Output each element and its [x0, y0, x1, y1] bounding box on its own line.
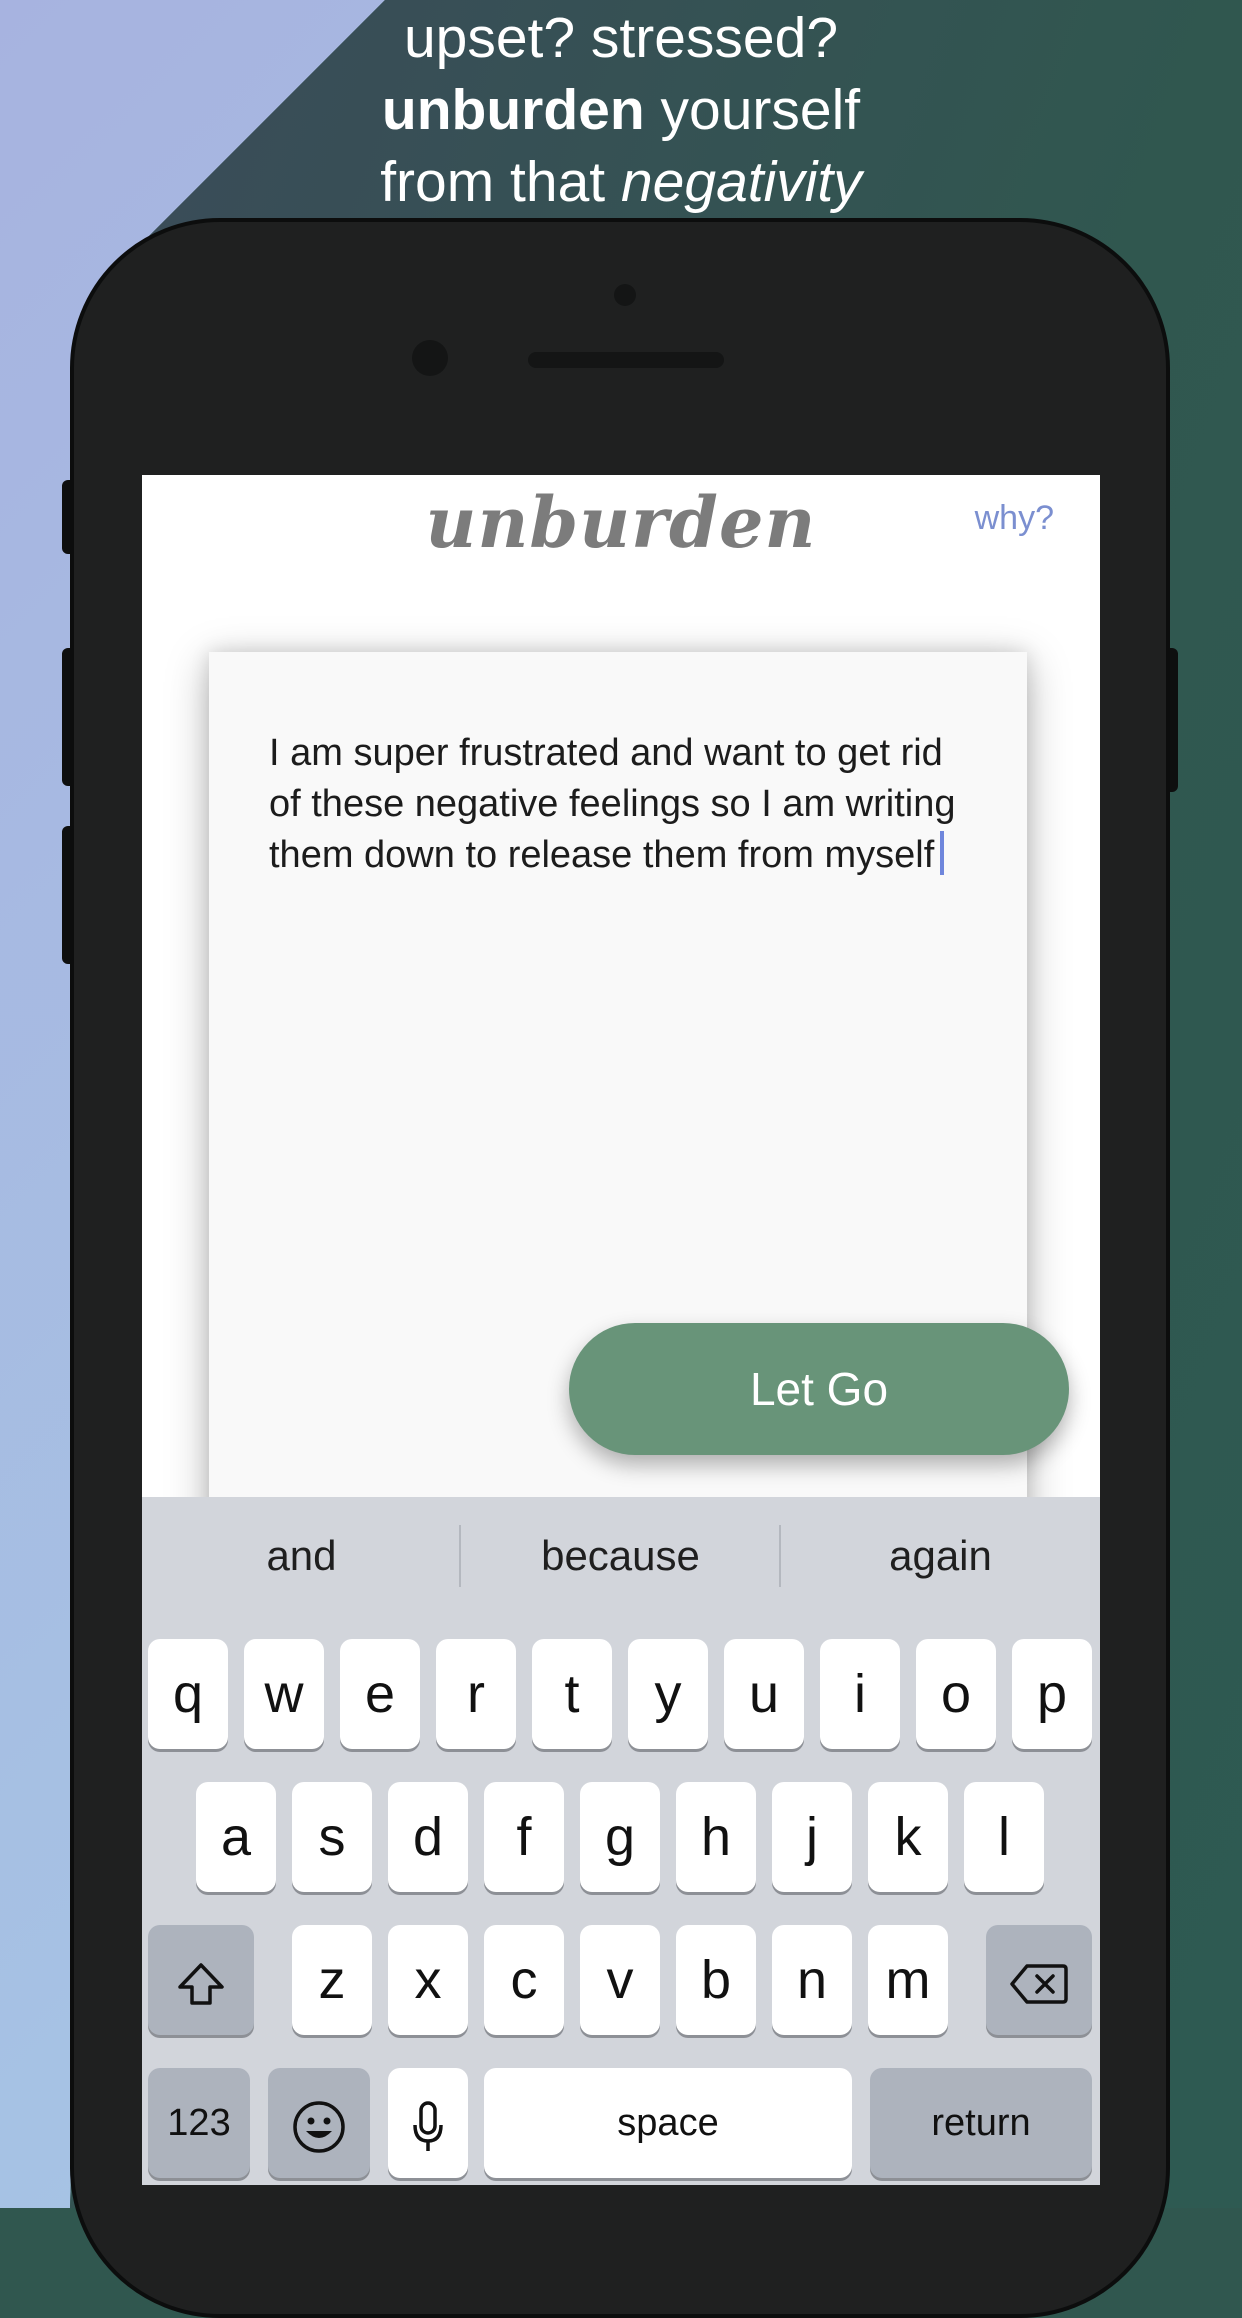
numbers-key[interactable]: 123 — [148, 2068, 250, 2178]
key-p[interactable]: p — [1012, 1639, 1092, 1749]
promo-line-2: unburden yourself — [0, 74, 1242, 146]
space-key[interactable]: space — [484, 2068, 852, 2178]
let-go-button[interactable]: Let Go — [569, 1323, 1069, 1455]
key-j[interactable]: j — [772, 1782, 852, 1892]
why-link[interactable]: why? — [975, 499, 1054, 538]
phone-speaker — [528, 352, 724, 368]
suggestion-3[interactable]: again — [781, 1497, 1100, 1615]
key-q[interactable]: q — [148, 1639, 228, 1749]
shift-key[interactable] — [148, 1925, 254, 2035]
journal-entry-value: I am super frustrated and want to get ri… — [269, 732, 956, 876]
shift-icon — [178, 1962, 224, 2005]
emoji-key[interactable] — [268, 2068, 370, 2178]
key-x[interactable]: x — [388, 1925, 468, 2035]
key-h[interactable]: h — [676, 1782, 756, 1892]
phone-camera — [614, 284, 636, 306]
promo-italic: negativity — [620, 150, 862, 214]
key-m[interactable]: m — [868, 1925, 948, 2035]
key-w[interactable]: w — [244, 1639, 324, 1749]
key-l[interactable]: l — [964, 1782, 1044, 1892]
key-a[interactable]: a — [196, 1782, 276, 1892]
delete-icon — [1010, 1963, 1068, 2004]
key-e[interactable]: e — [340, 1639, 420, 1749]
key-r[interactable]: r — [436, 1639, 516, 1749]
microphone-icon — [413, 2100, 443, 2151]
app-screen: unburden why? I am super frustrated and … — [142, 475, 1100, 2185]
promo-line-2-rest: yourself — [644, 78, 861, 142]
key-c[interactable]: c — [484, 1925, 564, 2035]
key-i[interactable]: i — [820, 1639, 900, 1749]
key-s[interactable]: s — [292, 1782, 372, 1892]
journal-entry-text[interactable]: I am super frustrated and want to get ri… — [269, 728, 979, 881]
promo-emphasis: unburden — [381, 78, 645, 142]
key-g[interactable]: g — [580, 1782, 660, 1892]
key-d[interactable]: d — [388, 1782, 468, 1892]
phone-sensor — [412, 340, 448, 376]
key-f[interactable]: f — [484, 1782, 564, 1892]
promo-line-3-start: from that — [380, 150, 621, 214]
key-u[interactable]: u — [724, 1639, 804, 1749]
key-o[interactable]: o — [916, 1639, 996, 1749]
text-cursor — [940, 831, 945, 875]
key-z[interactable]: z — [292, 1925, 372, 2035]
key-k[interactable]: k — [868, 1782, 948, 1892]
delete-key[interactable] — [986, 1925, 1092, 2035]
microphone-key[interactable] — [388, 2068, 468, 2178]
keyboard: and because again q w e r t y u i o p a … — [142, 1497, 1100, 2185]
suggestion-bar: and because again — [142, 1497, 1100, 1615]
emoji-icon — [293, 2100, 345, 2153]
suggestion-2[interactable]: because — [461, 1497, 780, 1615]
app-logo: unburden — [425, 481, 817, 564]
promo-line-1: upset? stressed? — [403, 6, 839, 70]
suggestion-1[interactable]: and — [142, 1497, 461, 1615]
key-v[interactable]: v — [580, 1925, 660, 2035]
promo-headline: upset? stressed? unburden yourself from … — [0, 2, 1242, 218]
key-y[interactable]: y — [628, 1639, 708, 1749]
promo-line-3: from that negativity — [0, 146, 1242, 218]
return-key[interactable]: return — [870, 2068, 1092, 2178]
key-n[interactable]: n — [772, 1925, 852, 2035]
key-t[interactable]: t — [532, 1639, 612, 1749]
key-b[interactable]: b — [676, 1925, 756, 2035]
